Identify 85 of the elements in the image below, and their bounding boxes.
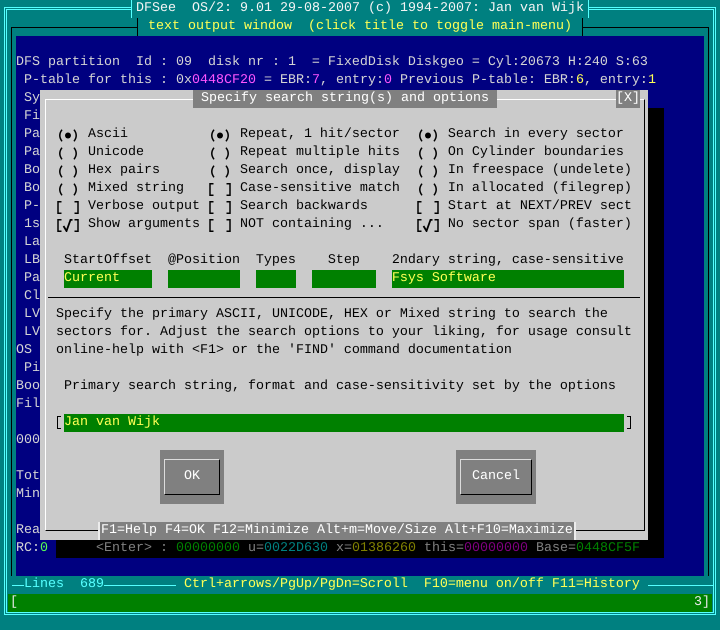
checkbox-icon	[57, 218, 79, 232]
radio-icon	[57, 146, 79, 160]
output-line: Bo	[22, 180, 40, 198]
output-line: Fi	[22, 108, 40, 126]
output-line: LB	[22, 252, 40, 270]
radio-icon	[416, 146, 439, 160]
output-line: LV	[22, 306, 40, 324]
radio-option[interactable]: Search once, display	[208, 162, 400, 180]
dialog-button[interactable]: OK	[160, 450, 224, 504]
dialog-title: Specify search string(s) and options	[193, 90, 497, 108]
checkbox-icon	[208, 182, 231, 196]
dialog-button[interactable]: Cancel	[456, 450, 536, 504]
output-line: Tot	[16, 468, 40, 486]
checkbox-icon	[57, 200, 79, 214]
output-line: P-	[22, 198, 40, 216]
field-label: Step	[328, 252, 360, 270]
input-field[interactable]	[168, 270, 240, 288]
radio-icon	[57, 164, 79, 178]
radio-option[interactable]: Mixed string	[56, 180, 184, 198]
checkbox-icon	[416, 218, 439, 232]
app-title: DFSee OS/2: 9.01 29-08-2007 (c) 1994-2007: Jan van Wijk	[131, 0, 589, 18]
help-text: Specify the primary ASCII, UNICODE, HEX or Mixed string to search the sectors for. Adjust the search options to your liking, for usage consult online-help with <F1> or the 'FIND' command documentation	[56, 306, 633, 360]
output-line: Rea	[16, 522, 40, 540]
radio-icon	[416, 128, 439, 142]
close-button[interactable]: [X]	[616, 90, 640, 108]
checkbox-option[interactable]: NOT containing ...	[208, 216, 384, 234]
checkbox-option[interactable]: Show arguments	[56, 216, 200, 234]
output-line: Bo	[22, 162, 40, 180]
command-input[interactable]: [ 3]	[8, 594, 712, 612]
output-line: LV	[22, 324, 40, 342]
input-field[interactable]: Fsys Software	[392, 270, 624, 288]
output-line: Pa	[22, 126, 40, 144]
field-label: StartOffset	[64, 252, 152, 270]
output-line: P-table for this : 0x0448CF20 = EBR:7, entry:0 Previous P-table: EBR:6, entry:1	[22, 72, 656, 90]
input-field[interactable]	[312, 270, 376, 288]
output-line: Cl	[22, 288, 40, 306]
output-line: DFS partition Id : 09 disk nr : 1 = FixedDisk Diskgeo = Cyl:20673 H:240 S:63	[16, 54, 648, 72]
output-line: <Enter> : 00000000 u=0022D630 x=01386260 this=00000000 Base=0448CF5F	[96, 541, 640, 556]
output-line: Fil	[16, 396, 40, 414]
radio-option[interactable]: Hex pairs	[56, 162, 160, 180]
output-line: 1s	[22, 216, 40, 234]
radio-icon	[416, 182, 439, 196]
radio-option[interactable]: In allocated (filegrep)	[416, 180, 632, 198]
output-line: OS	[16, 342, 32, 360]
radio-option[interactable]: Unicode	[56, 144, 144, 162]
output-line: Boo	[16, 378, 40, 396]
output-line: Sy	[22, 90, 40, 108]
field-label: Primary search string, format and case-sensitivity set by the options	[64, 378, 616, 396]
checkbox-option[interactable]: No sector span (faster)	[416, 216, 632, 234]
output-line: Pa	[22, 144, 40, 162]
radio-icon	[208, 146, 231, 160]
field-label: @Position	[168, 252, 240, 270]
radio-icon	[416, 164, 439, 178]
radio-icon	[57, 182, 79, 196]
radio-option[interactable]: Repeat, 1 hit/sector	[208, 126, 400, 144]
input-field[interactable]	[256, 270, 296, 288]
output-line: La	[22, 234, 40, 252]
radio-icon	[208, 164, 231, 178]
checkbox-option[interactable]: Search backwards	[208, 198, 368, 216]
key-hints: Ctrl+arrows/PgUp/PgDn=Scroll F10=menu on/off F11=History	[184, 576, 640, 594]
output-line: Min	[16, 486, 40, 504]
checkbox-option[interactable]: Verbose output	[56, 198, 200, 216]
radio-option[interactable]: Repeat multiple hits	[208, 144, 400, 162]
radio-option[interactable]: Ascii	[56, 126, 128, 144]
output-line: RC:0	[16, 540, 48, 558]
input-field[interactable]: Current	[64, 270, 152, 288]
field-label: Types	[256, 252, 296, 270]
search-field[interactable]: Jan van Wijk	[56, 414, 632, 432]
output-line: Pa	[22, 270, 40, 288]
checkbox-option[interactable]: Start at NEXT/PREV sect	[416, 198, 632, 216]
line-count: 689	[80, 576, 104, 594]
status-label: Lines	[24, 576, 64, 594]
radio-option[interactable]: In freespace (undelete)	[416, 162, 632, 180]
radio-option[interactable]: Search in every sector	[416, 126, 624, 144]
output-line: Pi	[22, 360, 40, 378]
checkbox-option[interactable]: Case-sensitive match	[208, 180, 400, 198]
checkbox-icon	[208, 200, 231, 214]
radio-icon	[57, 128, 79, 142]
field-label: 2ndary string, case-sensitive	[392, 252, 624, 270]
radio-option[interactable]: On Cylinder boundaries	[416, 144, 624, 162]
output-line: 000	[16, 432, 40, 450]
checkbox-icon	[416, 200, 439, 214]
checkbox-icon	[208, 218, 231, 232]
radio-icon	[208, 128, 231, 142]
key-hints: F1=Help F4=OK F12=Minimize Alt+m=Move/Size Alt+F10=Maximize	[98, 522, 576, 540]
